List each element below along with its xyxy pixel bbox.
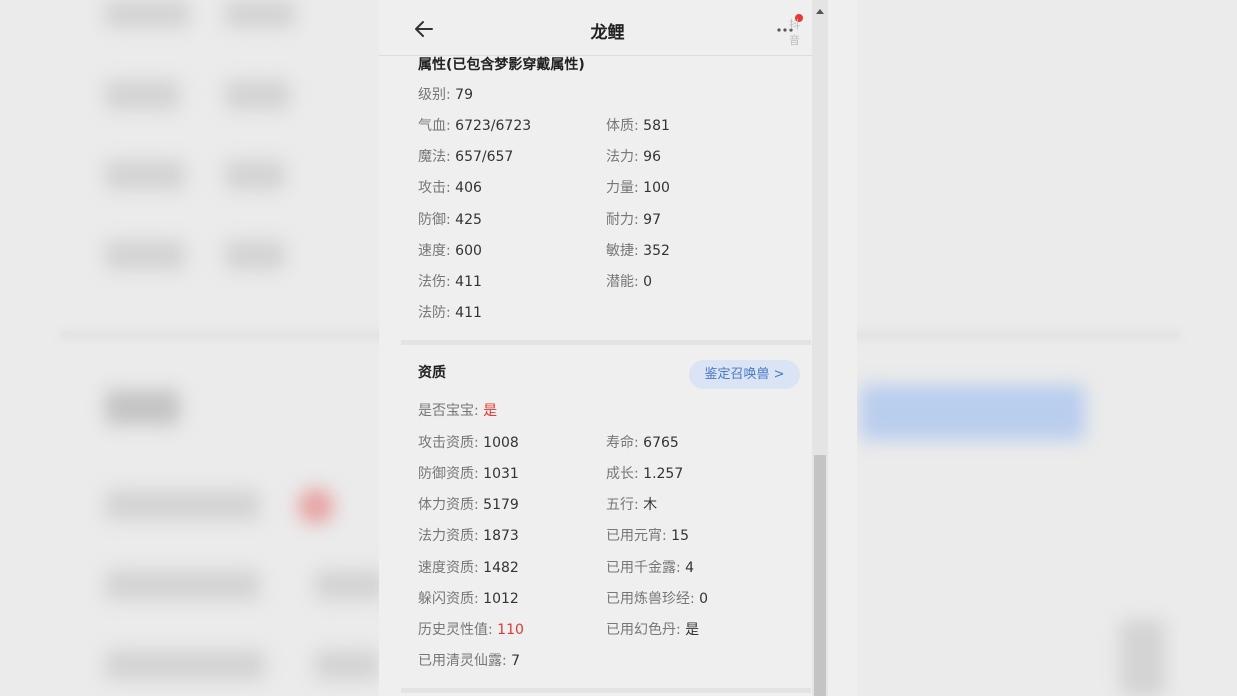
scrollbar-thumb[interactable] [814, 455, 826, 696]
aptitude-row: 防御资质: 1031 [418, 466, 519, 482]
aptitude-row: 攻击资质: 1008 [418, 435, 519, 451]
attr-row: 气血: 6723/6723 [418, 118, 532, 134]
section-divider [401, 340, 811, 345]
appraise-pet-button[interactable]: 鉴定召唤兽 > [689, 360, 800, 389]
aptitude-row: 成长: 1.257 [606, 466, 684, 482]
attr-row: 速度: 600 [418, 243, 482, 259]
aptitude-row: 已用幻色丹: 是 [606, 622, 700, 638]
attr-row: 魔法: 657/657 [418, 149, 514, 165]
aptitude-row: 寿命: 6765 [606, 435, 679, 451]
attr-row: 法伤: 411 [418, 274, 482, 290]
section-divider [401, 688, 811, 693]
aptitude-row: 五行: 木 [606, 497, 658, 513]
pet-detail-panel: 龙鲤 抖音 属性(已包含梦影穿戴属性) 级别: 79 气血: 6723/6723… [379, 0, 857, 696]
attr-row: 敏捷: 352 [606, 243, 670, 259]
watermark-logo: 抖音 [789, 18, 801, 47]
attr-row: 法防: 411 [418, 305, 482, 321]
attr-row: 潜能: 0 [606, 274, 653, 290]
attributes-title: 属性(已包含梦影穿戴属性) [418, 57, 585, 73]
aptitude-row: 躲闪资质: 1012 [418, 591, 519, 607]
aptitude-row: 历史灵性值: 110 [418, 622, 524, 638]
aptitude-row: 已用清灵仙露: 7 [418, 653, 521, 669]
aptitude-row: 体力资质: 5179 [418, 497, 519, 513]
aptitude-row: 已用炼兽珍经: 0 [606, 591, 709, 607]
attr-level: 级别: 79 [418, 87, 473, 103]
attr-row: 体质: 581 [606, 118, 670, 134]
aptitude-row: 法力资质: 1873 [418, 528, 519, 544]
scroll-up-arrow-icon[interactable] [816, 9, 824, 14]
attr-row: 防御: 425 [418, 212, 482, 228]
aptitude-row: 速度资质: 1482 [418, 560, 519, 576]
attr-row: 耐力: 97 [606, 212, 661, 228]
attr-row: 力量: 100 [606, 180, 670, 196]
header-bar: 龙鲤 抖音 [379, 0, 812, 56]
attr-row: 攻击: 406 [418, 180, 482, 196]
attr-row: 法力: 96 [606, 149, 661, 165]
aptitude-row: 已用元宵: 15 [606, 528, 689, 544]
is-baby-row: 是否宝宝: 是 [418, 403, 498, 419]
aptitude-row: 已用千金露: 4 [606, 560, 695, 576]
aptitude-title: 资质 [418, 365, 446, 381]
page-title: 龙鲤 [590, 23, 625, 43]
